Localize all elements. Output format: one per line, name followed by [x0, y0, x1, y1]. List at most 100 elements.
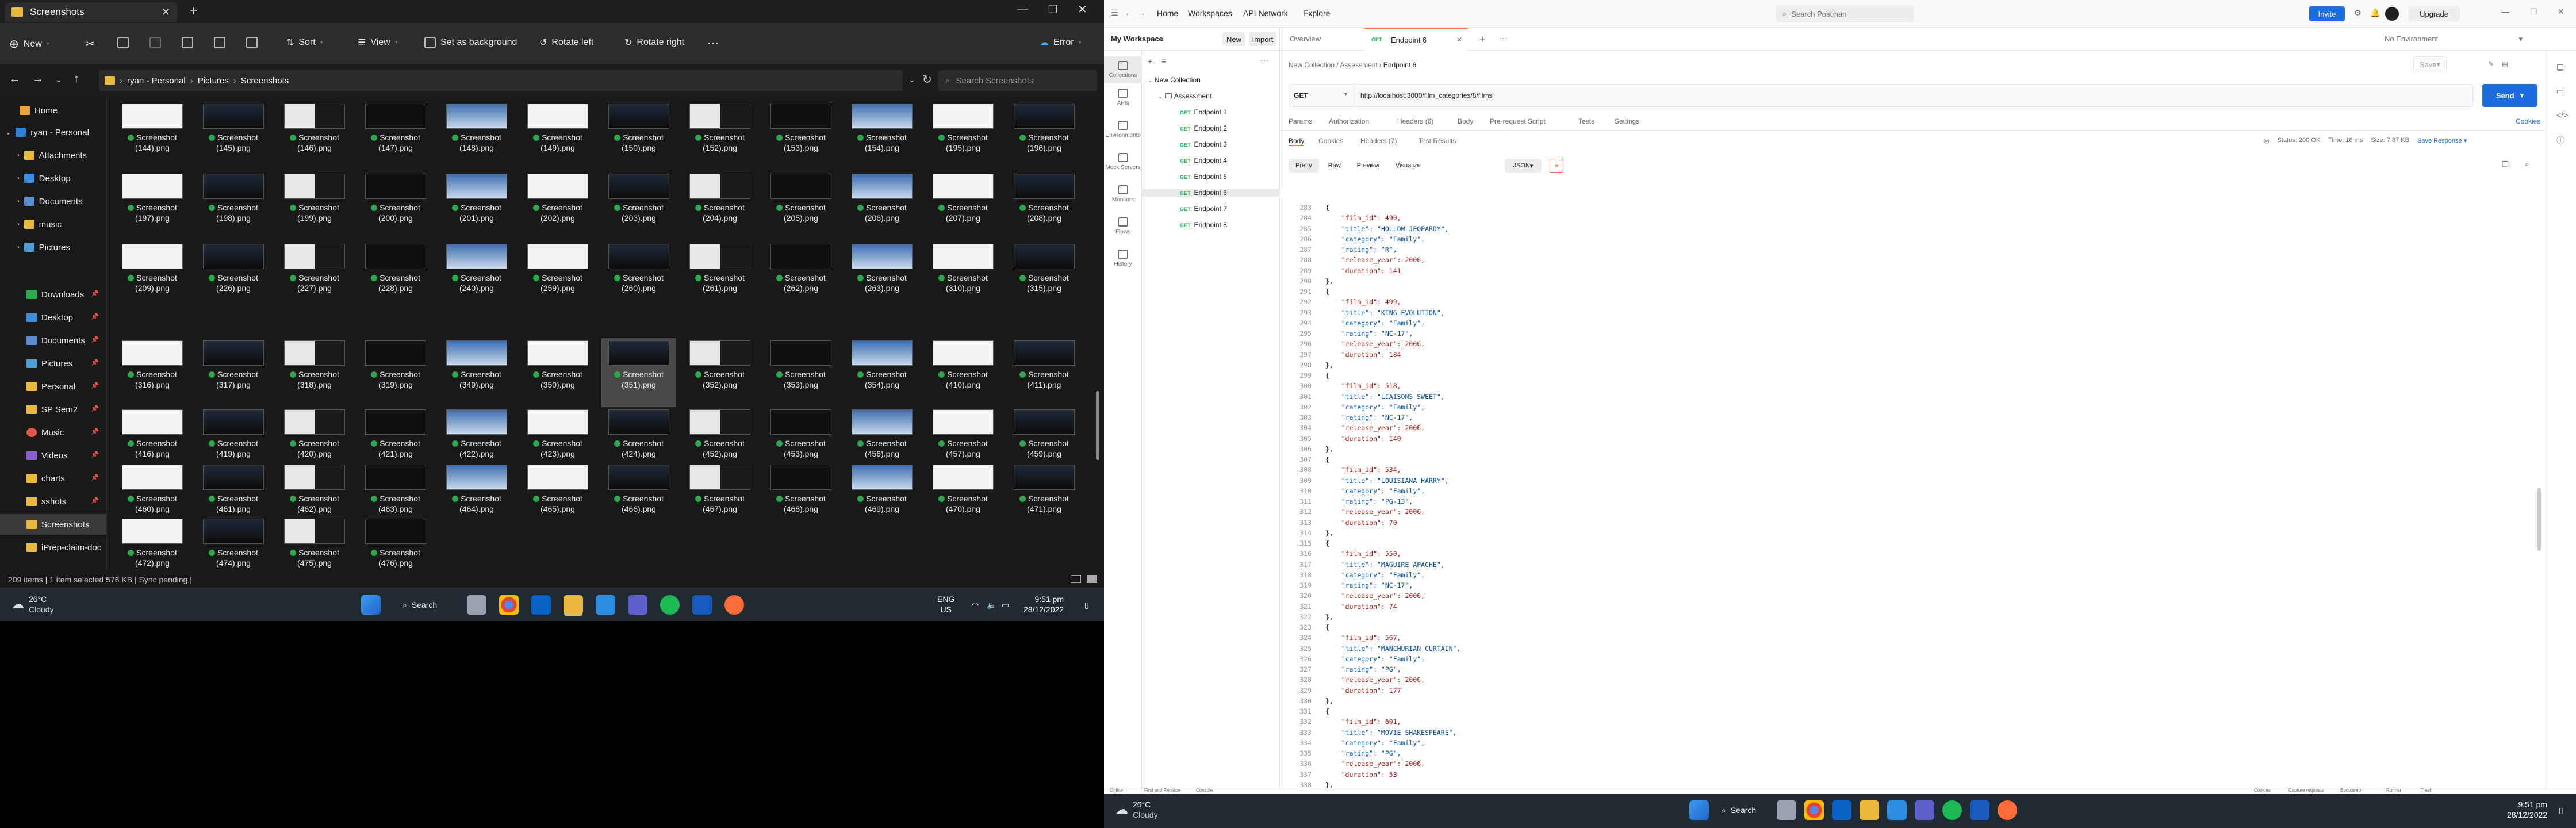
file-item[interactable]: Screenshot (465).png — [520, 462, 595, 531]
file-item[interactable]: Screenshot (195).png — [926, 101, 1000, 170]
tab-authorization[interactable]: Authorization — [1329, 117, 1369, 125]
comments-icon[interactable]: ▭ — [2556, 86, 2564, 96]
recent-locations-icon[interactable]: ⌄ — [55, 75, 62, 85]
close-tab-icon[interactable]: ✕ — [1456, 36, 1462, 44]
view-mode-preview[interactable]: Preview — [1350, 159, 1386, 172]
file-item[interactable]: Screenshot (262).png — [764, 241, 838, 310]
file-item[interactable]: Screenshot (315).png — [1007, 241, 1082, 310]
file-item[interactable]: Screenshot (469).png — [845, 462, 919, 531]
file-item[interactable]: Screenshot (204).png — [683, 171, 757, 240]
pin-icon[interactable]: 📌 — [91, 336, 99, 343]
file-item[interactable]: Screenshot (197).png — [115, 171, 190, 240]
chrome-icon[interactable] — [1804, 800, 1824, 820]
tree-request-item[interactable]: GET Endpoint 6 — [1142, 189, 1280, 197]
maximize-icon[interactable]: ☐ — [2530, 7, 2537, 17]
tab-headers-7-[interactable]: Headers (7) — [1360, 137, 1397, 145]
add-collection-icon[interactable]: + — [1148, 56, 1152, 66]
share-icon[interactable] — [214, 37, 225, 48]
footer-runner[interactable]: Runner — [2386, 788, 2401, 793]
rotate-left-button[interactable]: ↺ Rotate left — [539, 37, 593, 48]
delete-icon[interactable] — [246, 37, 258, 48]
file-item[interactable]: Screenshot (471).png — [1007, 462, 1082, 531]
filter-icon[interactable]: ≡ — [1162, 56, 1166, 66]
pin-icon[interactable]: 📌 — [91, 428, 99, 435]
pin-icon[interactable]: 📌 — [91, 451, 99, 458]
add-tab-icon[interactable]: + — [1479, 33, 1486, 45]
save-response-button[interactable]: Save Response ▾ — [2417, 137, 2467, 144]
file-item[interactable]: Screenshot (206).png — [845, 171, 919, 240]
close-tab-icon[interactable]: ✕ — [162, 6, 170, 18]
vscode-icon[interactable] — [1887, 800, 1907, 820]
nav-charts[interactable]: charts — [26, 468, 65, 489]
tab-screenshots[interactable]: Screenshots ✕ — [5, 2, 177, 22]
postman-icon[interactable] — [724, 595, 744, 615]
footer-console[interactable]: Console — [1196, 788, 1213, 793]
nav-documents[interactable]: › Documents — [17, 191, 83, 212]
file-item[interactable]: Screenshot (411).png — [1007, 338, 1082, 407]
maximize-icon[interactable]: ☐ — [1048, 2, 1058, 17]
tree-request-item[interactable]: GET Endpoint 4 — [1180, 156, 1227, 164]
task-view-icon[interactable] — [467, 595, 486, 615]
minimize-icon[interactable]: — — [2501, 7, 2509, 16]
nav-api-network[interactable]: API Network — [1243, 9, 1288, 18]
rail-apis[interactable]: APIs — [1104, 89, 1142, 106]
word-icon[interactable] — [1970, 800, 1989, 820]
tab-settings[interactable]: Settings — [1615, 117, 1639, 125]
file-item[interactable]: Screenshot (466).png — [601, 462, 676, 531]
search-icon[interactable]: ⌕ — [2525, 160, 2529, 169]
nav-quick-pictures[interactable]: Pictures — [26, 353, 72, 374]
cut-icon[interactable]: ✂ — [85, 37, 95, 51]
file-item[interactable]: Screenshot (260).png — [601, 241, 676, 310]
nav-quick-documents[interactable]: Documents — [26, 330, 85, 351]
footer-find-and-replace[interactable]: Find and Replace — [1144, 788, 1180, 793]
view-mode-pretty[interactable]: Pretty — [1289, 159, 1319, 172]
environment-selector[interactable]: No Environment ▾ — [2385, 34, 2523, 43]
file-item[interactable]: Screenshot (154).png — [845, 101, 919, 170]
method-select[interactable]: GET ▾ — [1294, 91, 1351, 99]
start-icon[interactable] — [361, 595, 381, 615]
file-item[interactable]: Screenshot (352).png — [683, 338, 757, 407]
volume-icon[interactable]: 🔈 — [987, 600, 996, 610]
address-dropdown-icon[interactable]: ⌄ — [908, 75, 915, 85]
wrap-lines-icon[interactable]: ≡ — [1550, 159, 1563, 172]
sort-button[interactable]: ⇅ Sort ▾ — [286, 37, 323, 48]
teams-icon[interactable] — [628, 595, 647, 615]
refresh-icon[interactable]: ↻ — [922, 72, 932, 87]
menu-icon[interactable]: ☰ — [1111, 8, 1118, 18]
clock[interactable]: 9:51 pm 28/12/2022 — [1023, 594, 1064, 615]
file-item[interactable]: Screenshot (145).png — [196, 101, 271, 170]
rotate-right-button[interactable]: ↻ Rotate right — [624, 37, 684, 48]
file-item[interactable]: Screenshot (353).png — [764, 338, 838, 407]
settings-icon[interactable]: ⚙ — [2354, 8, 2362, 18]
nav-home[interactable]: Home — [20, 100, 57, 121]
search-postman-input[interactable]: ⌕ Search Postman — [1776, 5, 1914, 22]
file-item[interactable]: Screenshot (468).png — [764, 462, 838, 531]
avatar[interactable] — [2385, 7, 2399, 21]
notifications-icon[interactable]: 🔔 — [2370, 8, 2380, 18]
file-item[interactable]: Screenshot (261).png — [683, 241, 757, 310]
file-item[interactable]: Screenshot (150).png — [601, 101, 676, 170]
file-item[interactable]: Screenshot (240).png — [439, 241, 514, 310]
footer-trash[interactable]: Trash — [2421, 788, 2432, 793]
pin-icon[interactable]: 📌 — [91, 405, 99, 412]
rail-mock-servers[interactable]: Mock Servers — [1104, 153, 1142, 171]
more-tabs-icon[interactable]: ··· — [1499, 33, 1507, 43]
file-item[interactable]: Screenshot (349).png — [439, 338, 514, 407]
outlook-icon[interactable] — [1832, 800, 1851, 820]
rail-collections[interactable]: Collections — [1104, 56, 1142, 83]
new-tab-icon[interactable]: + — [190, 3, 198, 20]
info-icon[interactable]: ⓘ — [2556, 135, 2564, 146]
footer-capture-requests[interactable]: Capture requests — [2288, 788, 2324, 793]
footer-cookies[interactable]: Cookies — [2254, 788, 2271, 793]
file-item[interactable]: Screenshot (144).png — [115, 101, 190, 170]
file-item[interactable]: Screenshot (198).png — [196, 171, 271, 240]
new-button[interactable]: ⊕ New ▾ — [9, 37, 49, 51]
cookies-link[interactable]: Cookies — [2516, 117, 2540, 125]
view-mode-visualize[interactable]: Visualize — [1389, 159, 1428, 172]
file-item[interactable]: Screenshot (202).png — [520, 171, 595, 240]
nav-personal[interactable]: Personal — [26, 376, 75, 397]
tree-folder-assessment[interactable]: ⌄ Assessment — [1158, 92, 1212, 100]
nav-sshots[interactable]: sshots — [26, 491, 66, 512]
response-size[interactable]: Size: 7.87 KB — [2371, 137, 2409, 144]
scrollbar[interactable] — [1096, 391, 1099, 460]
